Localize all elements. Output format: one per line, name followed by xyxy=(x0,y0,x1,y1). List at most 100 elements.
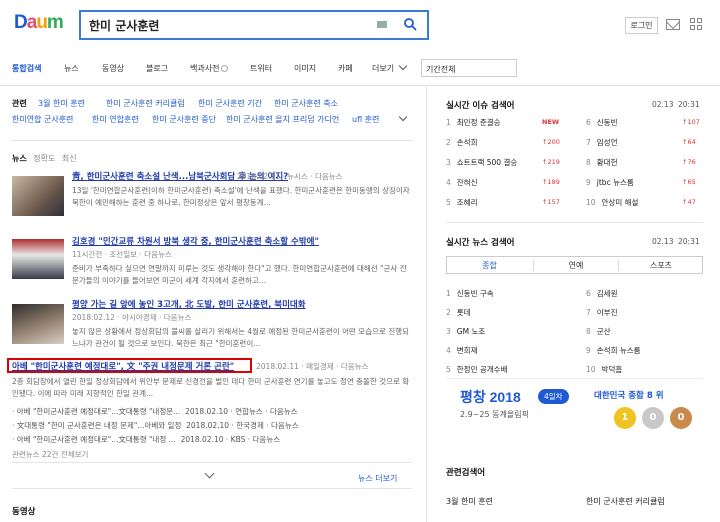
rank-item[interactable]: 1 신동빈 구속 xyxy=(446,288,494,299)
rank-keyword[interactable]: 쇼트트랙 500 결승 xyxy=(457,158,517,167)
login-button[interactable]: 로그인 xyxy=(625,17,658,34)
chevron-down-icon[interactable] xyxy=(398,61,408,71)
rank-item[interactable]: 2 손석희 xyxy=(446,137,477,148)
rank-keyword[interactable]: 롯데 xyxy=(457,308,471,317)
rank-keyword[interactable]: 임성언 xyxy=(597,138,618,147)
tab-all[interactable]: 통합검색 xyxy=(12,63,41,74)
tab-image[interactable]: 이미지 xyxy=(294,63,316,74)
rank-keyword[interactable]: 신동빈 구속 xyxy=(457,289,494,298)
rank-keyword[interactable]: GM 노조 xyxy=(457,327,485,336)
news-thumbnail[interactable] xyxy=(12,176,64,216)
tab-more[interactable]: 더보기 xyxy=(372,63,394,74)
related-search-item[interactable]: 한미 군사훈련 커리큘럼 xyxy=(586,496,665,507)
rank-item[interactable]: 2 롯데 xyxy=(446,307,471,318)
news-source[interactable]: 아시아경제 xyxy=(122,313,157,322)
news-via[interactable]: 다음뉴스 xyxy=(315,172,343,181)
sub-news-item[interactable]: · 아베 "한미군사훈련 예정대로"...文대통령 "내정 ... 2018.0… xyxy=(12,434,280,445)
rank-keyword[interactable]: 손석희 뉴스룸 xyxy=(597,346,641,355)
sort-entertainment[interactable]: 연예 xyxy=(533,260,618,271)
news-more-link[interactable]: 뉴스 더보기 xyxy=(358,473,397,484)
rank-keyword[interactable]: 군산 xyxy=(597,327,611,336)
sub-news-title[interactable]: 文대통령 "한미 군사훈련은 내정 문제"...아베와 일정 xyxy=(17,421,182,430)
news-title-link[interactable]: 김호경 "민간교류 차원서 방북 생각 중, 한미군사훈련 축소할 수밖에" xyxy=(72,235,319,247)
rank-item[interactable]: 9 jtbc 뉴스룸 xyxy=(586,177,634,188)
sort-overall[interactable]: 종합 xyxy=(447,260,532,271)
rank-item[interactable]: 5 조혜리 xyxy=(446,197,477,208)
news-thumbnail[interactable] xyxy=(12,304,64,344)
rank-item[interactable]: 6 김세원 xyxy=(586,288,617,299)
tab-twitter[interactable]: 트위터 xyxy=(250,63,272,74)
search-icon[interactable] xyxy=(403,17,417,31)
rank-keyword[interactable]: 변희재 xyxy=(457,346,478,355)
rank-item[interactable]: 8 황대헌 xyxy=(586,157,617,168)
sub-news-via[interactable]: 다음뉴스 xyxy=(270,407,298,416)
rank-keyword[interactable]: 잔혀신 xyxy=(457,178,478,187)
sub-news-source[interactable]: KBS xyxy=(231,435,246,444)
tab-cafe[interactable]: 카페 xyxy=(338,63,353,74)
related-link[interactable]: 한미 군사훈련 축소 xyxy=(274,98,338,109)
mail-icon[interactable] xyxy=(666,19,680,30)
rank-keyword[interactable]: 이부진 xyxy=(597,308,618,317)
related-link[interactable]: 한미 군사훈련 중단 xyxy=(152,114,216,125)
rank-item[interactable]: 5 한정민 공개수배 xyxy=(446,364,507,375)
sub-news-source[interactable]: 한국경제 xyxy=(236,421,264,430)
rank-keyword[interactable]: 박덕흠 xyxy=(602,365,623,374)
rank-item[interactable]: 9 손석희 뉴스룸 xyxy=(586,345,641,356)
period-select[interactable]: 기간전체 xyxy=(421,59,517,77)
sort-sports[interactable]: 스포츠 xyxy=(618,260,703,271)
rank-keyword[interactable]: jtbc 뉴스룸 xyxy=(597,178,634,187)
rank-keyword[interactable]: 손석희 xyxy=(457,138,478,147)
sort-accuracy[interactable]: 정확도 xyxy=(33,154,55,163)
news-source[interactable]: 뉴시스 xyxy=(287,172,308,181)
related-link[interactable]: 한미 군사훈련 을지 프리덤 가디언 xyxy=(226,114,339,125)
sort-latest[interactable]: 최신 xyxy=(62,154,77,163)
tab-video[interactable]: 동영상 xyxy=(102,63,124,74)
news-title-link[interactable]: 아베 "한미군사훈련 예정대로", 文 "주권 내정문제 거론 곤란" xyxy=(12,360,234,372)
search-input[interactable] xyxy=(89,16,349,34)
apps-grid-icon[interactable] xyxy=(690,18,703,31)
rank-item[interactable]: 4 변희재 xyxy=(446,345,477,356)
related-link[interactable]: 한미 군사훈련 커리큘럼 xyxy=(106,98,185,109)
chevron-down-icon[interactable] xyxy=(204,468,215,479)
rank-item[interactable]: 6 신동빈 xyxy=(586,117,617,128)
related-link[interactable]: 한미 연합훈련 xyxy=(92,114,139,125)
rank-item[interactable]: 3 GM 노조 xyxy=(446,326,485,337)
news-thumbnail[interactable] xyxy=(12,239,64,279)
sub-news-source[interactable]: 연합뉴스 xyxy=(235,407,263,416)
tab-news[interactable]: 뉴스 xyxy=(64,63,79,74)
related-link[interactable]: 한미연합 군사훈련 xyxy=(12,114,73,125)
sub-news-item[interactable]: · 文대통령 "한미 군사훈련은 내정 문제"...아베와 일정 2018.02… xyxy=(12,420,299,431)
news-title-link[interactable]: 평양 가는 길 앞에 놓인 3고개, 北 도발, 한미 군사훈련, 북미대화 xyxy=(72,298,306,310)
rank-keyword[interactable]: 조혜리 xyxy=(457,198,478,207)
rank-keyword[interactable]: 황대헌 xyxy=(597,158,618,167)
tab-blog[interactable]: 블로그 xyxy=(146,63,168,74)
pyeongchang-banner[interactable]: 평창 2018 4일차 2.9~25 동계올림픽 대한민국 종합 8 위 1 0… xyxy=(446,378,703,458)
sub-news-item[interactable]: · 아베 "한미군사훈련 예정대로"...文대통령 "내정문... 2018.0… xyxy=(12,406,298,417)
rank-item[interactable]: 3 쇼트트랙 500 결승 xyxy=(446,157,517,168)
related-link[interactable]: 한미 군사훈련 기간 xyxy=(198,98,262,109)
daum-logo[interactable]: Daum xyxy=(14,12,64,34)
news-via[interactable]: 다음뉴스 xyxy=(144,250,172,259)
news-source[interactable]: 매일경제 xyxy=(306,362,334,371)
related-search-item[interactable]: 3월 한미 훈련 xyxy=(446,496,493,507)
sub-news-title[interactable]: 아베 "한미군사훈련 예정대로"...文대통령 "내정문... xyxy=(17,407,181,416)
tab-encyclopedia[interactable]: 백과사전 xyxy=(190,63,229,74)
news-via[interactable]: 다음뉴스 xyxy=(164,313,192,322)
rank-keyword[interactable]: 최민정 준결승 xyxy=(457,118,501,127)
rank-item[interactable]: 4 잔혀신 xyxy=(446,177,477,188)
rank-keyword[interactable]: 안상미 해설 xyxy=(602,198,639,207)
rank-item[interactable]: 1 최민정 준결승 xyxy=(446,117,501,128)
related-news-more-link[interactable]: 관련뉴스 22건 전체보기 xyxy=(12,449,88,460)
rank-item[interactable]: 7 임성언 xyxy=(586,137,617,148)
rank-item[interactable]: 7 이부진 xyxy=(586,307,617,318)
sub-news-via[interactable]: 다음뉴스 xyxy=(253,435,281,444)
rank-item[interactable]: 10 박덕흠 xyxy=(586,364,622,375)
related-link[interactable]: 3월 한미 훈련 xyxy=(38,98,85,109)
keyboard-icon[interactable] xyxy=(377,21,387,28)
rank-item[interactable]: 10 안상미 해설 xyxy=(586,197,638,208)
sub-news-title[interactable]: 아베 "한미군사훈련 예정대로"...文대통령 "내정 ... xyxy=(17,435,176,444)
chevron-down-icon[interactable] xyxy=(398,112,408,122)
rank-keyword[interactable]: 한정민 공개수배 xyxy=(457,365,508,374)
news-via[interactable]: 다음뉴스 xyxy=(341,362,369,371)
related-link[interactable]: ufl 훈련 xyxy=(352,114,379,125)
